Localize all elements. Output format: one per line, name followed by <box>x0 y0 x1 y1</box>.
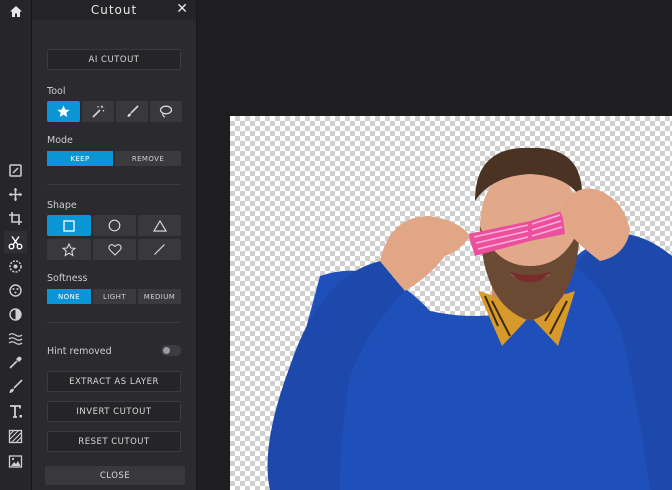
effects-tool[interactable] <box>4 279 27 301</box>
star-icon <box>62 242 76 257</box>
mode-remove[interactable]: REMOVE <box>115 151 181 166</box>
invert-cutout-button[interactable]: INVERT CUTOUT <box>47 401 181 422</box>
ai-cutout-button[interactable]: AI CUTOUT <box>47 49 181 70</box>
cutout-photo <box>267 147 672 490</box>
reset-cutout-button[interactable]: RESET CUTOUT <box>47 431 181 452</box>
filter-tool[interactable] <box>4 255 27 277</box>
tone-tool[interactable] <box>4 303 27 325</box>
pattern-tool[interactable] <box>4 425 27 447</box>
crop-icon <box>9 211 22 225</box>
close-icon: ✕ <box>176 1 188 17</box>
softness-none[interactable]: NONE <box>47 289 91 304</box>
adjust-tool[interactable] <box>4 159 27 181</box>
home-button[interactable] <box>3 0 28 22</box>
tool-label: Tool <box>47 86 66 97</box>
brush-icon <box>9 378 23 393</box>
close-button[interactable]: CLOSE <box>45 466 185 485</box>
tool-lasso[interactable] <box>150 101 182 122</box>
image-icon <box>8 454 23 468</box>
move-icon <box>9 187 22 201</box>
image-canvas[interactable] <box>230 116 672 490</box>
shape-label: Shape <box>47 200 77 211</box>
move-tool[interactable] <box>4 183 27 205</box>
home-icon <box>9 5 22 17</box>
line-icon <box>154 244 165 255</box>
triangle-icon <box>152 219 167 232</box>
shape-line[interactable] <box>138 239 181 260</box>
eyedropper-tool[interactable] <box>4 351 27 373</box>
divider <box>47 322 181 323</box>
filter-icon <box>9 259 22 273</box>
mode-keep[interactable]: KEEP <box>47 151 113 166</box>
rectangle-icon <box>63 219 75 232</box>
effects-icon <box>9 283 22 297</box>
liquify-tool[interactable] <box>4 327 27 349</box>
shape-rectangle[interactable] <box>47 215 91 236</box>
close-panel-button[interactable]: ✕ <box>176 1 188 17</box>
brush-tool[interactable] <box>4 375 27 397</box>
text-icon <box>10 404 22 418</box>
star-brush-icon <box>57 105 70 117</box>
shape-heart[interactable] <box>93 239 136 260</box>
tool-rail <box>0 0 32 490</box>
magic-wand-icon <box>91 105 104 118</box>
cutout-panel: Cutout ✕ AI CUTOUT Tool Mode KEEP REMOVE… <box>32 0 197 490</box>
toggle-knob <box>163 347 170 354</box>
cutout-tool[interactable] <box>4 231 27 253</box>
softness-light[interactable]: LIGHT <box>93 289 136 304</box>
tool-brush[interactable] <box>116 101 148 122</box>
mode-label: Mode <box>47 135 73 146</box>
text-tool[interactable] <box>4 400 27 422</box>
eyedropper-icon <box>9 356 22 369</box>
softness-label: Softness <box>47 273 88 284</box>
cutout-scissors-icon <box>8 235 23 249</box>
tool-star-brush[interactable] <box>47 101 80 122</box>
tone-icon <box>9 307 22 321</box>
crop-tool[interactable] <box>4 207 27 229</box>
panel-title: Cutout <box>90 3 138 17</box>
brush-icon <box>127 105 139 117</box>
image-tool[interactable] <box>4 450 27 472</box>
hint-removed-toggle[interactable] <box>161 345 181 356</box>
circle-icon <box>108 219 121 232</box>
extract-as-layer-button[interactable]: EXTRACT AS LAYER <box>47 371 181 392</box>
shape-circle[interactable] <box>93 215 136 236</box>
panel-header: Cutout ✕ <box>32 0 196 20</box>
softness-medium[interactable]: MEDIUM <box>138 289 181 304</box>
liquify-icon <box>8 332 23 345</box>
lasso-icon <box>159 105 173 118</box>
heart-icon <box>107 244 122 256</box>
tool-magic-wand[interactable] <box>82 101 114 122</box>
shape-triangle[interactable] <box>138 215 181 236</box>
shape-star[interactable] <box>47 239 91 260</box>
pattern-icon <box>8 429 23 443</box>
adjust-icon <box>9 163 22 177</box>
divider <box>47 184 181 185</box>
hint-label: Hint removed <box>47 346 112 357</box>
